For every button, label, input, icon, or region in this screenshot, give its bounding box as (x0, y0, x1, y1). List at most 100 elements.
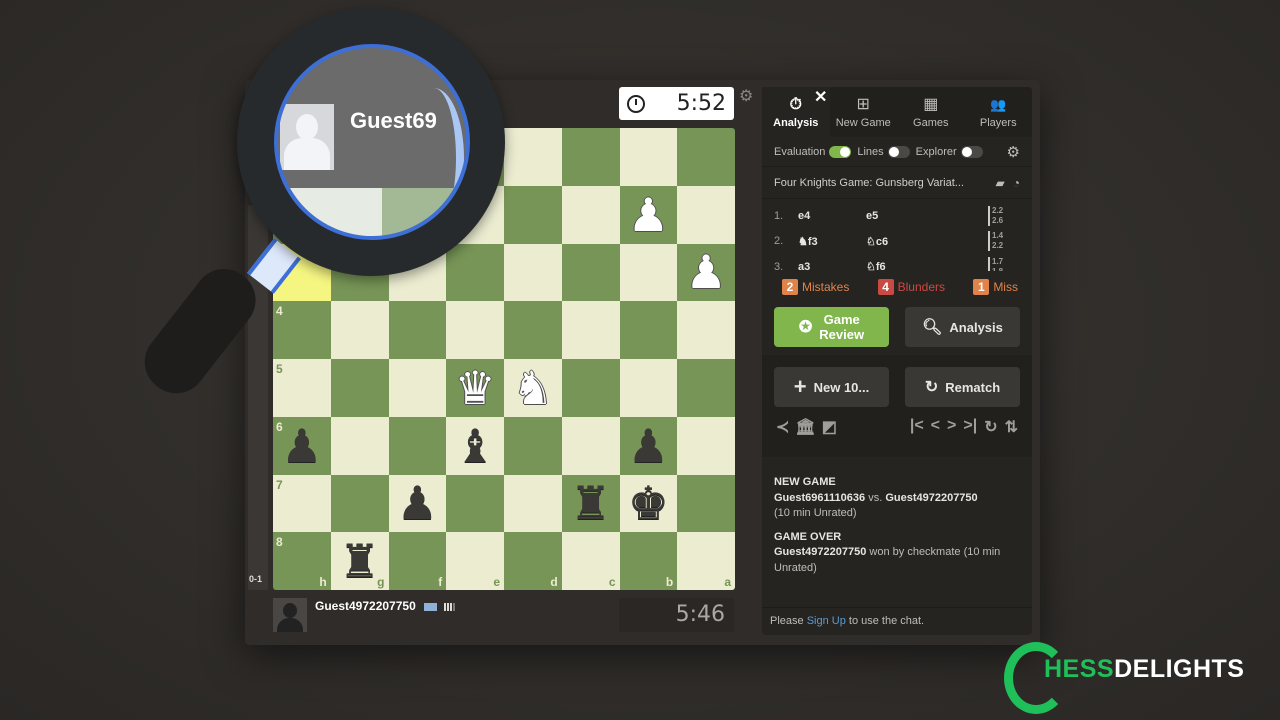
square-f8[interactable]: f (388, 532, 447, 590)
black-king-icon[interactable]: ♚ (628, 480, 669, 526)
square-a6[interactable] (677, 416, 735, 475)
square-a2[interactable] (677, 185, 735, 244)
book-icon[interactable]: ▰ (996, 176, 1005, 190)
square-f6[interactable] (388, 416, 447, 475)
square-f7[interactable]: ♟ (388, 474, 447, 533)
square-b3[interactable] (619, 243, 678, 302)
square-e5[interactable]: ♛ (446, 359, 504, 417)
square-e4[interactable] (446, 301, 504, 359)
square-b1[interactable] (619, 128, 678, 186)
square-a5[interactable] (677, 359, 735, 417)
square-e6[interactable]: ♝ (446, 416, 504, 475)
square-d2[interactable] (504, 185, 562, 244)
square-h3[interactable]: 3 (273, 243, 331, 302)
square-b5[interactable] (619, 359, 678, 417)
square-b6[interactable]: ♟ (619, 416, 678, 475)
black-pawn-icon[interactable]: ♟ (397, 480, 438, 526)
black-rook-icon[interactable]: ♜ (570, 480, 611, 526)
square-d8[interactable]: d (504, 532, 562, 590)
black-rook-icon[interactable]: ♜ (339, 538, 380, 584)
square-e1[interactable] (446, 128, 504, 186)
square-b7[interactable]: ♚ (619, 474, 678, 533)
square-g6[interactable] (330, 416, 389, 475)
square-b8[interactable]: b (619, 532, 678, 590)
next-move-icon[interactable]: > (947, 417, 956, 437)
library-icon[interactable]: 🏛︎ (795, 417, 815, 437)
square-e7[interactable] (446, 474, 504, 533)
previous-move-icon[interactable]: < (931, 417, 940, 437)
square-h2[interactable]: 2 (273, 185, 331, 244)
square-c1[interactable] (561, 128, 620, 186)
square-g3[interactable] (330, 243, 389, 302)
square-b2[interactable]: ♟ (619, 185, 678, 244)
square-a4[interactable] (677, 301, 735, 359)
square-h8[interactable]: 8h (273, 532, 331, 590)
square-c4[interactable] (561, 301, 620, 359)
square-g4[interactable] (330, 301, 389, 359)
black-move[interactable]: ♘f6 (866, 260, 988, 271)
square-a3[interactable]: ♟ (677, 243, 735, 302)
white-pawn-icon[interactable]: ♟ (628, 192, 669, 238)
black-pawn-icon[interactable]: ♟ (281, 423, 322, 469)
game-review-button[interactable]: ✪ Game Review (774, 307, 889, 347)
square-g1[interactable] (330, 128, 389, 186)
square-c6[interactable] (561, 416, 620, 475)
square-d4[interactable] (504, 301, 562, 359)
new-game-button[interactable]: + New 10... (774, 367, 889, 407)
tab-games[interactable]: ▦ Games (897, 87, 965, 137)
square-g8[interactable]: g ♜ (330, 532, 389, 590)
evaluation-toggle[interactable] (829, 145, 852, 158)
tab-new-game[interactable]: ⊞ New Game (830, 87, 898, 137)
square-d1[interactable] (504, 128, 562, 186)
white-knight-icon[interactable]: ♞ (512, 365, 553, 411)
square-g7[interactable] (330, 474, 389, 533)
last-move-icon[interactable]: >| (963, 417, 977, 437)
white-move[interactable]: ♞f3 (798, 235, 866, 248)
square-b4[interactable] (619, 301, 678, 359)
tab-players[interactable]: 👥 Players (965, 87, 1033, 137)
chessboard[interactable]: 1 2 ♟ 3 ♟ 4 5 ♛ ♞ 6 ♟ ♝ ♟ 7 ♟ ♜ ♚ 8 h g ♜ f e d c b a (273, 128, 735, 590)
rematch-button[interactable]: ↻ Rematch (905, 367, 1020, 407)
square-c2[interactable] (561, 185, 620, 244)
square-a8[interactable]: a (677, 532, 735, 590)
compass-icon[interactable]: ◔ (1013, 176, 1020, 190)
square-c3[interactable] (561, 243, 620, 302)
bottom-player-name[interactable]: Guest4972207750 (315, 599, 416, 613)
square-h7[interactable]: 7 (273, 474, 331, 533)
analysis-button[interactable]: 🔍︎ Analysis (905, 307, 1020, 347)
settings-gear-icon[interactable]: ⚙ (1007, 143, 1020, 161)
miss-count[interactable]: 1 Miss (973, 279, 1018, 295)
square-g2[interactable] (330, 185, 389, 244)
square-f3[interactable] (388, 243, 447, 302)
reset-icon[interactable]: ↻ (984, 417, 997, 437)
square-c8[interactable]: c (561, 532, 620, 590)
square-a7[interactable] (677, 474, 735, 533)
square-h1[interactable]: 1 (273, 128, 331, 186)
square-c7[interactable]: ♜ (561, 474, 620, 533)
square-h5[interactable]: 5 (273, 359, 331, 417)
black-pawn-icon[interactable]: ♟ (628, 423, 669, 469)
black-move[interactable]: ♘c6 (866, 235, 988, 248)
square-d3[interactable] (504, 243, 562, 302)
share-icon[interactable]: ≺ (776, 417, 789, 437)
tab-analysis[interactable]: ⏱ Analysis ✕ (762, 87, 830, 137)
flip-board-icon[interactable]: ⇅ (1005, 417, 1018, 437)
square-d7[interactable] (504, 474, 562, 533)
white-pawn-icon[interactable]: ♟ (686, 249, 727, 295)
square-h6[interactable]: 6 ♟ (273, 416, 331, 475)
board-settings-gear-icon[interactable]: ⚙ (739, 86, 753, 106)
black-bishop-icon[interactable]: ♝ (455, 423, 496, 469)
square-a1[interactable] (677, 128, 735, 186)
close-icon[interactable]: ✕ (814, 87, 827, 107)
white-move[interactable]: e4 (798, 210, 866, 222)
square-g5[interactable] (330, 359, 389, 417)
black-move[interactable]: e5 (866, 210, 988, 222)
white-queen-icon[interactable]: ♛ (455, 365, 496, 411)
explorer-toggle[interactable] (960, 145, 983, 158)
white-move[interactable]: a3 (798, 261, 866, 271)
mistakes-count[interactable]: 2 Mistakes (782, 279, 849, 295)
square-h4[interactable]: 4 (273, 301, 331, 359)
sign-up-link[interactable]: Sign Up (807, 615, 846, 627)
square-f4[interactable] (388, 301, 447, 359)
square-c5[interactable] (561, 359, 620, 417)
